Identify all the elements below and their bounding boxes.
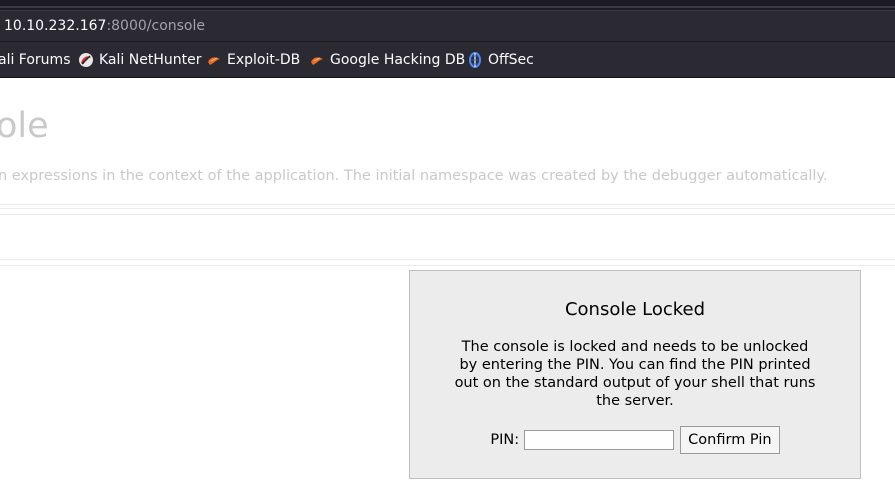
bookmarks-toolbar: ali Forums Kali NetHunter Exploit-DB Goo… — [0, 42, 895, 78]
divider — [0, 204, 895, 205]
bookmark-kali-nethunter[interactable]: Kali NetHunter — [78, 52, 201, 68]
dialog-title: Console Locked — [564, 299, 706, 320]
google-hacking-db-icon — [309, 52, 325, 68]
divider — [0, 265, 895, 266]
divider — [0, 214, 895, 215]
divider — [0, 208, 895, 209]
bookmark-label: Kali NetHunter — [99, 52, 202, 68]
pin-label: PIN: — [490, 432, 520, 448]
offsec-icon — [467, 52, 483, 68]
url-path: :8000/console — [106, 18, 205, 34]
kali-nethunter-icon — [78, 52, 94, 68]
bookmark-exploit-db[interactable]: Exploit-DB — [206, 52, 300, 68]
dialog-message: The console is locked and needs to be un… — [454, 339, 816, 409]
console-locked-dialog: Console Locked The console is locked and… — [409, 270, 861, 479]
bookmark-kali-forums[interactable]: ali Forums — [0, 52, 71, 68]
url-text[interactable]: 10.10.232.167:8000/console — [4, 18, 205, 34]
address-bar[interactable]: 10.10.232.167:8000/console — [0, 10, 895, 42]
pin-input[interactable] — [524, 430, 675, 450]
pin-form: PIN: Confirm Pin — [410, 426, 860, 454]
page-description: n expressions in the context of the appl… — [0, 168, 828, 184]
bookmark-label: OffSec — [488, 52, 534, 68]
bookmark-offsec[interactable]: OffSec — [467, 52, 534, 68]
bookmark-label: Exploit-DB — [227, 52, 301, 68]
tab-strip — [0, 0, 895, 10]
divider — [0, 259, 895, 260]
bookmark-label: Google Hacking DB — [330, 52, 466, 68]
page-title: ole — [0, 106, 49, 146]
bookmark-label: ali Forums — [0, 52, 71, 68]
exploit-db-icon — [206, 52, 222, 68]
page-content: ole n expressions in the context of the … — [0, 78, 895, 495]
bookmark-google-hacking-db[interactable]: Google Hacking DB — [309, 52, 465, 68]
url-host: 10.10.232.167 — [4, 18, 107, 34]
confirm-pin-button[interactable]: Confirm Pin — [680, 426, 780, 454]
